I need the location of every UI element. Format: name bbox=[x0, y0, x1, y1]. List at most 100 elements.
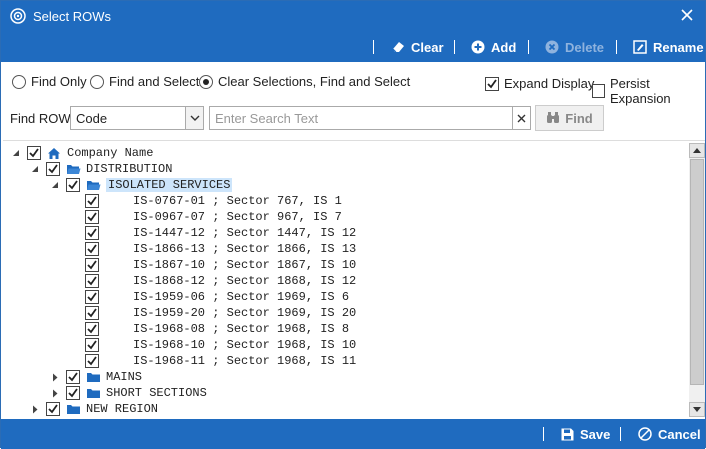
checkbox-box bbox=[485, 76, 499, 91]
search-input[interactable] bbox=[215, 110, 505, 127]
checkmark-icon bbox=[48, 404, 58, 414]
tree-checkbox[interactable] bbox=[27, 146, 41, 160]
tree-leaf[interactable]: IS-1968-10 ; Sector 1968, IS 10 bbox=[85, 337, 356, 353]
tree-node-label: Company Name bbox=[67, 146, 154, 160]
collapse-triangle-icon[interactable] bbox=[50, 180, 60, 190]
tree-checkbox[interactable] bbox=[85, 338, 99, 352]
tree-node-root[interactable]: Company Name bbox=[11, 145, 153, 161]
tree-node-distribution[interactable]: DISTRIBUTION bbox=[30, 161, 172, 177]
tree-checkbox[interactable] bbox=[85, 210, 99, 224]
close-icon bbox=[681, 9, 693, 21]
tree-leaf[interactable]: IS-1867-10 ; Sector 1867, IS 10 bbox=[85, 257, 356, 273]
tree-leaf-label: IS-1959-20 ; Sector 1969, IS 20 bbox=[133, 306, 357, 320]
tree-node-mains[interactable]: MAINS bbox=[50, 369, 142, 385]
save-button[interactable]: Save bbox=[561, 425, 610, 443]
tree-leaf[interactable]: IS-1866-13 ; Sector 1866, IS 13 bbox=[85, 241, 356, 257]
scroll-up-button[interactable] bbox=[689, 143, 705, 158]
tree-leaf[interactable]: IS-1968-11 ; Sector 1968, IS 11 bbox=[85, 353, 356, 369]
tree-checkbox[interactable] bbox=[85, 194, 99, 208]
tree-checkbox[interactable] bbox=[85, 354, 99, 368]
tree-leaf-label: IS-0967-07 ; Sector 967, IS 7 bbox=[133, 210, 342, 224]
radio-circle bbox=[12, 74, 26, 89]
delete-circle-icon bbox=[545, 40, 559, 54]
folder-open-icon bbox=[86, 178, 102, 192]
find-row-label: Find ROW bbox=[10, 111, 71, 126]
vertical-scrollbar[interactable] bbox=[689, 143, 705, 417]
close-button[interactable] bbox=[677, 5, 697, 25]
clear-button[interactable]: Clear bbox=[391, 38, 444, 56]
expand-display-checkbox[interactable]: Expand Display bbox=[485, 76, 594, 91]
checkmark-icon bbox=[487, 78, 497, 88]
checkmark-icon bbox=[48, 164, 58, 174]
tree-checkbox[interactable] bbox=[85, 322, 99, 336]
clear-search-icon[interactable] bbox=[512, 107, 530, 129]
rename-icon bbox=[633, 40, 647, 54]
tree-leaf[interactable]: IS-1447-12 ; Sector 1447, IS 12 bbox=[85, 225, 356, 241]
tree-checkbox[interactable] bbox=[46, 162, 60, 176]
persist-expansion-label: Persist Expansion bbox=[609, 76, 671, 106]
checkmark-icon bbox=[87, 228, 97, 238]
delete-button[interactable]: Delete bbox=[545, 38, 604, 56]
find-row: Find ROW Code Find bbox=[1, 103, 705, 133]
expand-triangle-icon[interactable] bbox=[50, 372, 60, 382]
tree-checkbox[interactable] bbox=[85, 226, 99, 240]
tree-checkbox[interactable] bbox=[66, 178, 80, 192]
tree-leaf-label: IS-1868-12 ; Sector 1868, IS 12 bbox=[133, 274, 357, 288]
folder-icon bbox=[66, 402, 82, 416]
tree-node-short-sections[interactable]: SHORT SECTIONS bbox=[50, 385, 207, 401]
find-only-radio[interactable]: Find Only bbox=[12, 74, 87, 89]
tree-leaf-label: IS-0767-01 ; Sector 767, IS 1 bbox=[133, 194, 342, 208]
tree-leaf[interactable]: IS-1868-12 ; Sector 1868, IS 12 bbox=[85, 273, 356, 289]
tree-node-new-region[interactable]: NEW REGION bbox=[30, 401, 158, 417]
checkmark-icon bbox=[87, 340, 97, 350]
collapse-triangle-icon[interactable] bbox=[30, 164, 40, 174]
tree-checkbox[interactable] bbox=[85, 274, 99, 288]
tree-checkbox[interactable] bbox=[85, 242, 99, 256]
tree-leaf-label: IS-1959-06 ; Sector 1969, IS 6 bbox=[133, 290, 350, 304]
tree-checkbox[interactable] bbox=[66, 370, 80, 384]
radio-circle bbox=[90, 74, 104, 89]
tree-checkbox[interactable] bbox=[66, 386, 80, 400]
clear-find-select-radio[interactable]: Clear Selections, Find and Select bbox=[199, 74, 410, 89]
find-field-value: Code bbox=[76, 111, 108, 126]
tree-checkbox[interactable] bbox=[85, 306, 99, 320]
cancel-circle-icon bbox=[638, 427, 652, 441]
save-label: Save bbox=[580, 426, 611, 442]
checkmark-icon bbox=[87, 292, 97, 302]
tree-leaf[interactable]: IS-1959-20 ; Sector 1969, IS 20 bbox=[85, 305, 356, 321]
tree-leaf[interactable]: IS-1968-08 ; Sector 1968, IS 8 bbox=[85, 321, 349, 337]
find-only-label: Find Only bbox=[31, 74, 87, 89]
tree-leaf[interactable]: IS-0967-07 ; Sector 967, IS 7 bbox=[85, 209, 342, 225]
search-box bbox=[209, 106, 531, 130]
tree-leaf[interactable]: IS-0767-01 ; Sector 767, IS 1 bbox=[85, 193, 342, 209]
rename-button[interactable]: Rename bbox=[633, 38, 704, 56]
scroll-thumb[interactable] bbox=[690, 159, 704, 385]
tree-node-label: MAINS bbox=[106, 370, 143, 384]
collapse-triangle-icon[interactable] bbox=[11, 148, 21, 158]
toolbar-separator bbox=[616, 40, 617, 54]
cancel-button[interactable]: Cancel bbox=[638, 425, 701, 443]
expand-triangle-icon[interactable] bbox=[50, 388, 60, 398]
scroll-down-button[interactable] bbox=[689, 402, 705, 417]
tree-node-isolated-services[interactable]: ISOLATED SERVICES bbox=[50, 177, 233, 193]
tree-leaf[interactable]: IS-1959-06 ; Sector 1969, IS 6 bbox=[85, 289, 349, 305]
tree-checkbox[interactable] bbox=[85, 258, 99, 272]
tree-checkbox[interactable] bbox=[85, 290, 99, 304]
add-button[interactable]: Add bbox=[471, 38, 516, 56]
toolbar-separator bbox=[454, 40, 455, 54]
find-and-select-radio[interactable]: Find and Select bbox=[90, 74, 199, 89]
arrow-up-icon bbox=[693, 148, 701, 153]
toolbar-separator bbox=[373, 40, 374, 54]
persist-expansion-checkbox[interactable]: Persist Expansion bbox=[592, 76, 705, 106]
find-field-select[interactable]: Code bbox=[70, 106, 204, 130]
expand-triangle-icon[interactable] bbox=[30, 404, 40, 414]
tree-checkbox[interactable] bbox=[46, 402, 60, 416]
chevron-down-icon[interactable] bbox=[185, 107, 203, 129]
find-button[interactable]: Find bbox=[535, 105, 604, 131]
binoculars-icon bbox=[547, 112, 560, 123]
tree-node-label: DISTRIBUTION bbox=[86, 162, 173, 176]
checkmark-icon bbox=[87, 308, 97, 318]
folder-open-icon bbox=[66, 162, 82, 176]
checkmark-icon bbox=[29, 148, 39, 158]
checkmark-icon bbox=[68, 180, 78, 190]
